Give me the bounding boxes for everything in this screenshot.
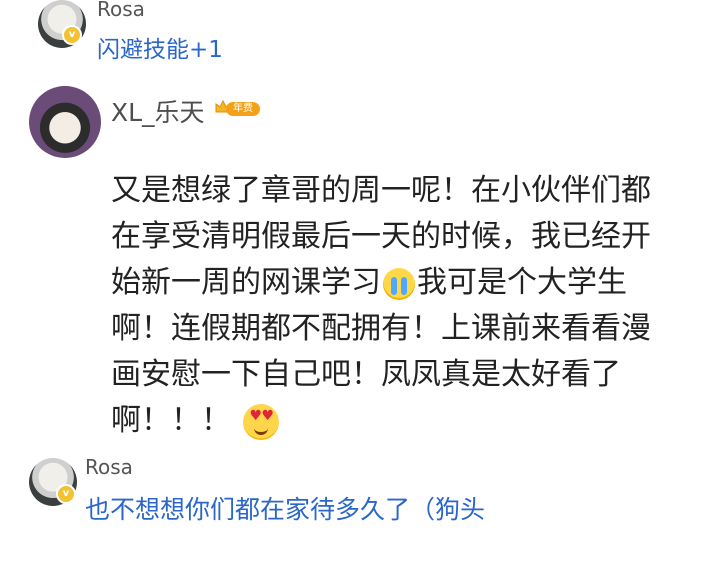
username[interactable]: Rosa: [85, 455, 133, 479]
comment-body: 又是想绿了章哥的周一呢！在小伙伴们都 在享受清明假最后一天的时候，我已经开 始新…: [111, 168, 706, 444]
username[interactable]: XL_乐天: [111, 93, 205, 129]
badge-label: 年费: [226, 102, 260, 116]
heart-eyes-emoji: [242, 403, 279, 440]
avatar[interactable]: [29, 86, 101, 158]
v-badge-icon: v: [62, 25, 82, 45]
crown-annual-badge-icon: 年费: [214, 98, 260, 118]
comment-line: 又是想绿了章哥的周一呢！在小伙伴们都: [111, 173, 651, 208]
reply-text: 闪避技能+1: [97, 37, 223, 63]
comment-text: 啊！！！: [111, 403, 231, 438]
reply-text: 也不想想你们都在家待多久了（狗头: [85, 495, 486, 524]
comment-line: 始新一周的网课学习 我可是个大学生: [111, 260, 706, 306]
comment-line: 啊！连假期都不配拥有！上课前来看看漫: [111, 311, 651, 346]
crying-face-emoji: [383, 267, 415, 300]
comment-line: 画安慰一下自己吧！凤凤真是太好看了: [111, 357, 621, 392]
comment-text: 我可是个大学生: [417, 265, 627, 300]
comment-line: 啊！！！: [111, 398, 706, 444]
username[interactable]: Rosa: [97, 0, 145, 21]
v-badge-icon: v: [56, 484, 76, 504]
comment-text: 始新一周的网课学习: [111, 265, 381, 300]
comment-line: 在享受清明假最后一天的时候，我已经开: [111, 219, 651, 254]
